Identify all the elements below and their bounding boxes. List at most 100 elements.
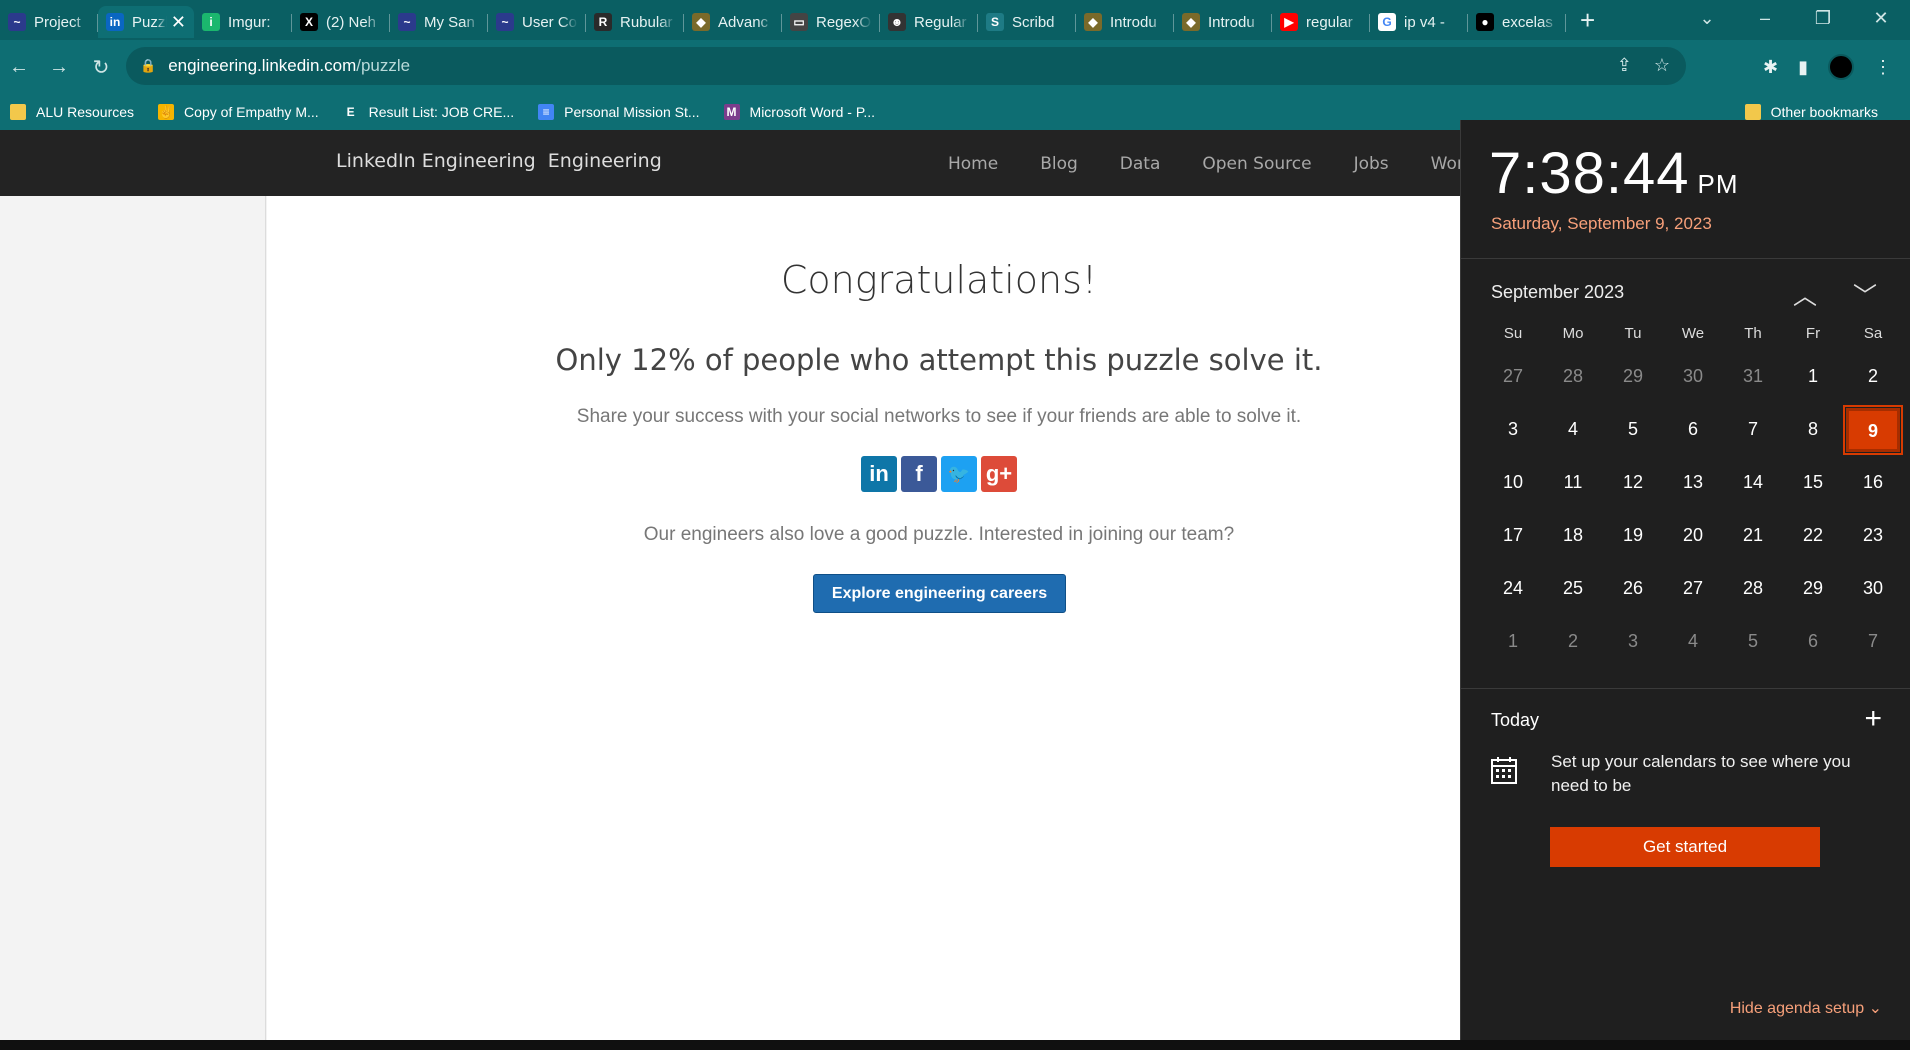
calendar-day[interactable]: 11 (1543, 472, 1603, 493)
browser-tab[interactable]: ▶ regular (1272, 6, 1370, 38)
browser-tab[interactable]: ◆ Introdu (1174, 6, 1272, 38)
bookmark-item[interactable]: ≡ Personal Mission St... (538, 104, 700, 120)
maximize-icon[interactable]: ❐ (1794, 8, 1852, 29)
facebook-share-icon[interactable]: f (901, 456, 937, 492)
bookmark-item[interactable]: E Result List: JOB CRE... (342, 104, 514, 120)
long-date[interactable]: Saturday, September 9, 2023 (1491, 214, 1712, 234)
browser-tab[interactable]: ◆ Introdu (1076, 6, 1174, 38)
nav-link-wor[interactable]: Wor (1431, 154, 1464, 174)
calendar-day[interactable]: 2 (1843, 366, 1903, 387)
bookmark-item[interactable]: ALU Resources (10, 104, 134, 120)
browser-tab[interactable]: X (2) Neh (292, 6, 390, 38)
browser-tab[interactable]: R Rubular (586, 6, 684, 38)
calendar-day[interactable]: 3 (1603, 631, 1663, 652)
calendar-day[interactable]: 5 (1723, 631, 1783, 652)
calendar-day[interactable]: 10 (1483, 472, 1543, 493)
calendar-day[interactable]: 7 (1723, 419, 1783, 440)
explore-careers-button[interactable]: Explore engineering careers (813, 574, 1066, 613)
other-bookmarks[interactable]: Other bookmarks (1744, 104, 1878, 120)
hide-agenda-link[interactable]: Hide agenda setup ⌄ (1730, 998, 1882, 1018)
browser-tab[interactable]: S Scribd (978, 6, 1076, 38)
browser-tab[interactable]: ~ User Co (488, 6, 586, 38)
calendar-day[interactable]: 13 (1663, 472, 1723, 493)
calendar-day[interactable]: 17 (1483, 525, 1543, 546)
browser-tab[interactable]: Gip v4 - (1370, 6, 1468, 38)
calendar-day[interactable]: 26 (1603, 578, 1663, 599)
calendar-day[interactable]: 4 (1663, 631, 1723, 652)
calendar-day[interactable]: 24 (1483, 578, 1543, 599)
calendar-day[interactable]: 28 (1543, 366, 1603, 387)
bookmark-item[interactable]: ✌ Copy of Empathy M... (158, 104, 319, 120)
next-month-icon[interactable]: ﹀ (1853, 276, 1877, 311)
add-event-icon[interactable]: + (1864, 702, 1882, 736)
calendar-day[interactable]: 30 (1843, 578, 1903, 599)
calendar-day[interactable]: 2 (1543, 631, 1603, 652)
calendar-day[interactable]: 1 (1783, 366, 1843, 387)
calendar-day[interactable]: 5 (1603, 419, 1663, 440)
share-icon[interactable]: ⇪ (1617, 55, 1632, 76)
close-tab-icon[interactable]: ✕ (171, 12, 186, 33)
calendar-day[interactable]: 20 (1663, 525, 1723, 546)
menu-icon[interactable]: ⋮ (1874, 57, 1892, 78)
calendar-day[interactable]: 23 (1843, 525, 1903, 546)
nav-link-blog[interactable]: Blog (1040, 154, 1078, 174)
minimize-icon[interactable]: – (1736, 8, 1794, 29)
calendar-day[interactable]: 15 (1783, 472, 1843, 493)
forward-icon[interactable]: → (40, 56, 78, 79)
calendar-day[interactable]: 6 (1783, 631, 1843, 652)
browser-tab[interactable]: ~ My San (390, 6, 488, 38)
bookmark-item[interactable]: M Microsoft Word - P... (723, 104, 875, 120)
address-bar[interactable]: 🔒 engineering.linkedin.com/puzzle ⇪ ☆ (126, 47, 1686, 85)
browser-tab[interactable]: ~ Project (0, 6, 98, 38)
lock-icon[interactable]: 🔒 (140, 58, 156, 74)
browser-tab[interactable]: ☻ Regular (880, 6, 978, 38)
calendar-day[interactable]: 6 (1663, 419, 1723, 440)
calendar-day[interactable]: 8 (1783, 419, 1843, 440)
calendar-day[interactable]: 29 (1783, 578, 1843, 599)
calendar-day[interactable]: 16 (1843, 472, 1903, 493)
calendar-day[interactable]: 1 (1483, 631, 1543, 652)
calendar-day[interactable]: 27 (1483, 366, 1543, 387)
back-icon[interactable]: ← (0, 56, 38, 79)
calendar-day[interactable]: 7 (1843, 631, 1903, 652)
get-started-button[interactable]: Get started (1550, 827, 1820, 867)
calendar-day[interactable]: 3 (1483, 419, 1543, 440)
month-title[interactable]: September 2023 (1491, 282, 1624, 303)
close-window-icon[interactable]: ✕ (1852, 8, 1910, 29)
nav-link-data[interactable]: Data (1120, 154, 1161, 174)
browser-tab[interactable]: in Puzzle✕ (98, 6, 194, 38)
browser-tab[interactable]: i Imgur: (194, 6, 292, 38)
browser-tab[interactable]: ● excelas (1468, 6, 1566, 38)
nav-link-jobs[interactable]: Jobs (1354, 154, 1389, 174)
new-tab-icon[interactable]: + (1580, 5, 1595, 36)
calendar-day[interactable]: 29 (1603, 366, 1663, 387)
googleplus-share-icon[interactable]: g+ (981, 456, 1017, 492)
tab-search-icon[interactable]: ⌄ (1678, 8, 1736, 29)
side-panel-icon[interactable]: ▮ (1798, 57, 1808, 78)
calendar-day[interactable]: 22 (1783, 525, 1843, 546)
profile-avatar[interactable] (1828, 54, 1854, 80)
calendar-day[interactable]: 14 (1723, 472, 1783, 493)
linkedin-share-icon[interactable]: in (861, 456, 897, 492)
bookmark-star-icon[interactable]: ☆ (1654, 55, 1670, 76)
calendar-day[interactable]: 12 (1603, 472, 1663, 493)
calendar-day[interactable]: 28 (1723, 578, 1783, 599)
calendar-day[interactable]: 4 (1543, 419, 1603, 440)
nav-link-home[interactable]: Home (948, 154, 998, 174)
calendar-day-today[interactable]: 9 (1843, 404, 1903, 455)
calendar-day[interactable]: 18 (1543, 525, 1603, 546)
extensions-icon[interactable]: ✱ (1763, 57, 1778, 78)
site-logo[interactable]: LinkedIn Engineering Engineering (330, 150, 662, 172)
calendar-day[interactable]: 25 (1543, 578, 1603, 599)
nav-link-open-source[interactable]: Open Source (1202, 154, 1311, 174)
previous-month-icon[interactable]: ︿ (1793, 276, 1817, 311)
reload-icon[interactable]: ↻ (82, 55, 120, 80)
calendar-day[interactable]: 31 (1723, 366, 1783, 387)
calendar-day[interactable]: 19 (1603, 525, 1663, 546)
twitter-share-icon[interactable]: 🐦 (941, 456, 977, 492)
calendar-day[interactable]: 21 (1723, 525, 1783, 546)
browser-tab[interactable]: ▭ RegexO (782, 6, 880, 38)
calendar-day[interactable]: 27 (1663, 578, 1723, 599)
calendar-day[interactable]: 30 (1663, 366, 1723, 387)
browser-tab[interactable]: ◆ Advanc (684, 6, 782, 38)
